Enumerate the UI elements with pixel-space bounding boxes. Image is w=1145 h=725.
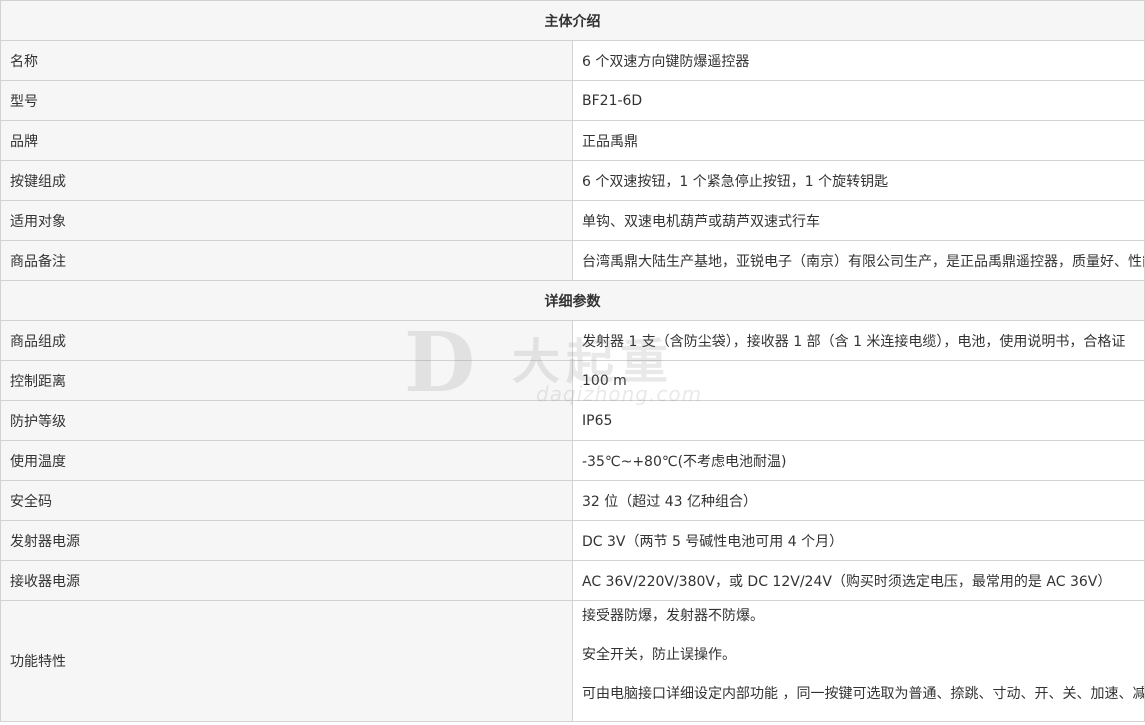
table-row: 名称 6 个双速方向键防爆遥控器 <box>0 40 1145 81</box>
row-value: 6 个双速方向键防爆遥控器 <box>572 40 1145 81</box>
table-row: 接收器电源 AC 36V/220V/380V，或 DC 12V/24V（购买时须… <box>0 560 1145 601</box>
row-value-features: 接受器防爆，发射器不防爆。 安全开关，防止误操作。 可由电脑接口详细设定内部功能… <box>572 600 1145 722</box>
row-value: 32 位（超过 43 亿种组合） <box>572 480 1145 521</box>
table-row: 商品备注 台湾禹鼎大陆生产基地，亚锐电子（南京）有限公司生产，是正品禹鼎遥控器，… <box>0 240 1145 281</box>
row-value: IP65 <box>572 400 1145 441</box>
feature-line: 可由电脑接口详细设定内部功能 ，同一按键可选取为普通、捺跳、寸动、开、关、加速、… <box>582 686 1145 702</box>
section-header-params: 详细参数 <box>0 280 1145 321</box>
table-row: 发射器电源 DC 3V（两节 5 号碱性电池可用 4 个月） <box>0 520 1145 561</box>
row-label: 防护等级 <box>0 400 573 441</box>
feature-line: 接受器防爆，发射器不防爆。 <box>582 608 764 624</box>
spec-table: 主体介绍 名称 6 个双速方向键防爆遥控器 型号 BF21-6D 品牌 正品禹鼎… <box>0 0 1145 722</box>
table-row: 使用温度 -35℃~+80℃(不考虑电池耐温) <box>0 440 1145 481</box>
row-value: DC 3V（两节 5 号碱性电池可用 4 个月） <box>572 520 1145 561</box>
row-value: 发射器 1 支（含防尘袋），接收器 1 部（含 1 米连接电缆），电池，使用说明… <box>572 320 1145 361</box>
row-value: -35℃~+80℃(不考虑电池耐温) <box>572 440 1145 481</box>
table-row: 适用对象 单钩、双速电机葫芦或葫芦双速式行车 <box>0 200 1145 241</box>
table-row-features: 功能特性 接受器防爆，发射器不防爆。 安全开关，防止误操作。 可由电脑接口详细设… <box>0 600 1145 722</box>
table-row: 安全码 32 位（超过 43 亿种组合） <box>0 480 1145 521</box>
table-row: 按键组成 6 个双速按钮，1 个紧急停止按钮，1 个旋转钥匙 <box>0 160 1145 201</box>
table-row: 防护等级 IP65 <box>0 400 1145 441</box>
row-label: 型号 <box>0 80 573 121</box>
row-label: 适用对象 <box>0 200 573 241</box>
row-label: 按键组成 <box>0 160 573 201</box>
row-value: 台湾禹鼎大陆生产基地，亚锐电子（南京）有限公司生产，是正品禹鼎遥控器，质量好、性… <box>572 240 1145 281</box>
row-label: 发射器电源 <box>0 520 573 561</box>
row-label: 安全码 <box>0 480 573 521</box>
table-row: 品牌 正品禹鼎 <box>0 120 1145 161</box>
row-label: 使用温度 <box>0 440 573 481</box>
feature-line: 安全开关，防止误操作。 <box>582 647 736 663</box>
row-value: 100 m <box>572 360 1145 401</box>
row-label: 品牌 <box>0 120 573 161</box>
row-label: 商品备注 <box>0 240 573 281</box>
row-label: 控制距离 <box>0 360 573 401</box>
table-row: 控制距离 100 m <box>0 360 1145 401</box>
table-row: 商品组成 发射器 1 支（含防尘袋），接收器 1 部（含 1 米连接电缆），电池… <box>0 320 1145 361</box>
row-label: 名称 <box>0 40 573 81</box>
row-value: AC 36V/220V/380V，或 DC 12V/24V（购买时须选定电压，最… <box>572 560 1145 601</box>
section-title: 详细参数 <box>0 280 1145 321</box>
row-label: 商品组成 <box>0 320 573 361</box>
row-value: BF21-6D <box>572 80 1145 121</box>
row-value: 6 个双速按钮，1 个紧急停止按钮，1 个旋转钥匙 <box>572 160 1145 201</box>
section-header-main: 主体介绍 <box>0 0 1145 41</box>
row-value: 单钩、双速电机葫芦或葫芦双速式行车 <box>572 200 1145 241</box>
row-value: 正品禹鼎 <box>572 120 1145 161</box>
table-row: 型号 BF21-6D <box>0 80 1145 121</box>
section-title: 主体介绍 <box>0 0 1145 41</box>
row-label: 功能特性 <box>0 600 573 722</box>
row-label: 接收器电源 <box>0 560 573 601</box>
